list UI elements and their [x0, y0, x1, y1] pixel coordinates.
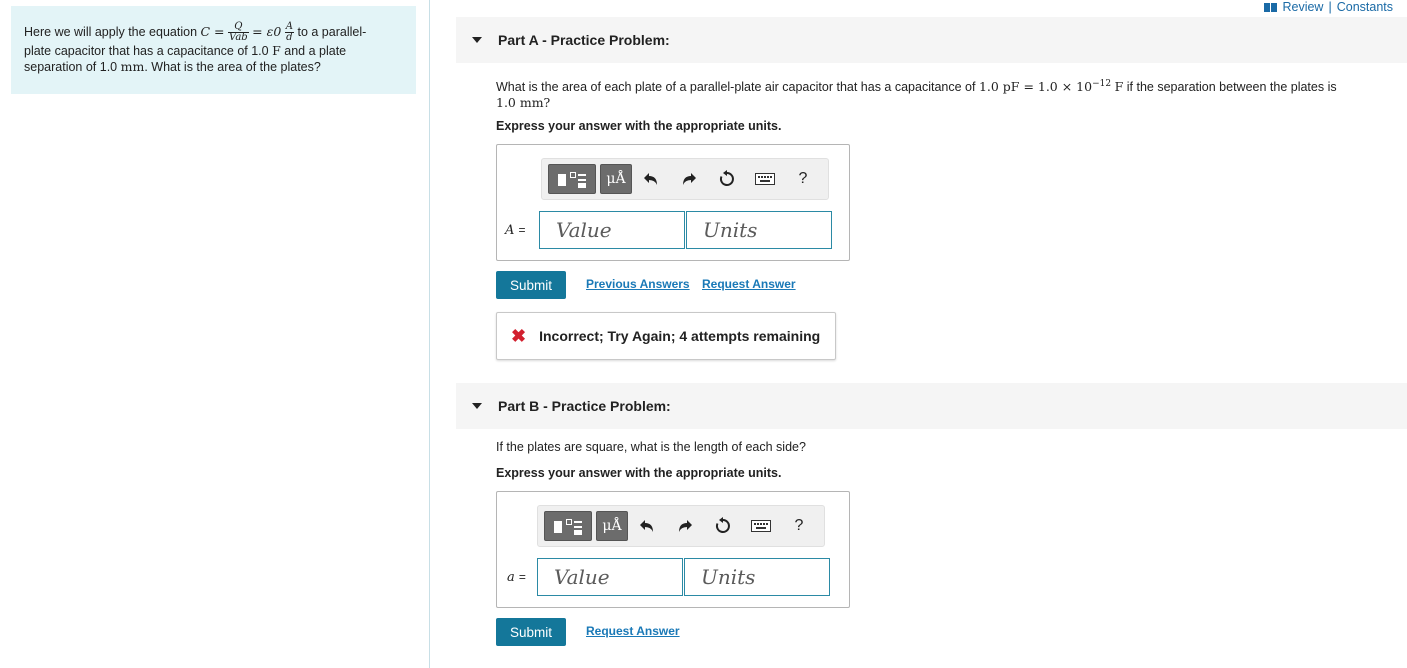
redo-icon[interactable] [666, 511, 704, 541]
part-b-header[interactable]: Part B - Practice Problem: [456, 383, 1407, 429]
templates-button[interactable] [548, 164, 596, 194]
intro-text: to a parallel- [297, 24, 367, 39]
fraction-a-d: A d [284, 22, 294, 43]
frac-den: d [286, 32, 293, 43]
intro-text: . What is the area of the plates? [144, 60, 321, 74]
feedback-text: Incorrect; Try Again; 4 attempts remaini… [539, 328, 821, 344]
part-b-request-answer-link[interactable]: Request Answer [586, 624, 680, 638]
part-a-header[interactable]: Part A - Practice Problem: [456, 17, 1407, 63]
units-symbol: μÅ [606, 171, 626, 187]
collapse-caret-icon[interactable] [472, 403, 482, 409]
units-input[interactable]: Units [684, 558, 830, 596]
intro-text: plate capacitor that has a capacitance o… [24, 44, 269, 58]
answer-input-row: a = Value Units [507, 558, 831, 596]
keyboard-icon[interactable] [742, 511, 780, 541]
intro-eq-lhs: C = [200, 23, 225, 39]
link-separator: | [1328, 0, 1332, 14]
collapse-caret-icon[interactable] [472, 37, 482, 43]
undo-icon[interactable] [628, 511, 666, 541]
undo-icon[interactable] [632, 164, 670, 194]
part-a-submit-button[interactable]: Submit [496, 271, 566, 299]
value-input[interactable]: Value [539, 211, 685, 249]
reset-icon[interactable] [708, 164, 746, 194]
intro-text: separation of 1.0 [24, 60, 118, 74]
panel-divider [429, 0, 430, 668]
part-b-instruction: Express your answer with the appropriate… [496, 466, 782, 480]
intro-unit: F [272, 43, 281, 58]
question-math: 1.0 pF = 1.0 × 10 [978, 79, 1093, 95]
templates-icon [554, 168, 590, 190]
part-b-answer-box: μÅ ? a = Value Units [496, 491, 850, 608]
templates-icon [550, 515, 586, 537]
incorrect-x-icon: ✖ [511, 325, 527, 346]
question-exponent: −12 [1092, 79, 1112, 89]
value-input[interactable]: Value [537, 558, 683, 596]
part-a-question: What is the area of each plate of a para… [496, 76, 1396, 111]
previous-answers-link[interactable]: Previous Answers [586, 277, 690, 291]
page: Review | Constants Here we will apply th… [0, 0, 1407, 668]
units-symbol: μÅ [602, 518, 622, 534]
intro-text: Here we will apply the equation [24, 24, 198, 39]
intro-panel: Here we will apply the equation C = Q Va… [11, 6, 416, 94]
units-input[interactable]: Units [686, 211, 832, 249]
intro-unit: mm [120, 59, 145, 74]
units-button[interactable]: μÅ [600, 164, 632, 194]
intro-text: and a plate [284, 44, 347, 58]
help-icon[interactable]: ? [780, 511, 818, 541]
feedback-box: ✖ Incorrect; Try Again; 4 attempts remai… [496, 312, 836, 360]
answer-input-row: A = Value Units [505, 211, 833, 249]
redo-icon[interactable] [670, 164, 708, 194]
part-a-title: Part A - Practice Problem: [498, 32, 670, 48]
help-icon[interactable]: ? [784, 164, 822, 194]
variable-label: A = [505, 222, 526, 238]
math-toolbar: μÅ ? [537, 505, 825, 547]
review-link[interactable]: Review [1282, 0, 1323, 14]
question-text: What is the area of each plate of a para… [496, 80, 976, 95]
math-toolbar: μÅ ? [541, 158, 829, 200]
templates-button[interactable] [544, 511, 592, 541]
question-unit: F [1114, 79, 1124, 95]
part-a-request-answer-link[interactable]: Request Answer [702, 277, 796, 291]
part-b-submit-button[interactable]: Submit [496, 618, 566, 646]
keyboard-icon[interactable] [746, 164, 784, 194]
part-b-title: Part B - Practice Problem: [498, 398, 671, 414]
constants-link[interactable]: Constants [1337, 0, 1393, 14]
question-math: 1.0 mm? [496, 95, 551, 111]
part-a-answer-box: μÅ ? A = Value Units [496, 144, 850, 261]
reset-icon[interactable] [704, 511, 742, 541]
question-text: if the separation between the plates is [1126, 80, 1337, 95]
part-a-instruction: Express your answer with the appropriate… [496, 119, 782, 133]
intro-eq-mid: = ε0 [252, 23, 282, 39]
units-button[interactable]: μÅ [596, 511, 628, 541]
variable-label: a = [507, 569, 526, 585]
top-links: Review | Constants [1264, 0, 1393, 14]
book-icon [1264, 2, 1278, 12]
frac-den: Vab [229, 32, 248, 43]
part-b-question: If the plates are square, what is the le… [496, 440, 806, 454]
fraction-q-vab: Q Vab [228, 22, 249, 43]
